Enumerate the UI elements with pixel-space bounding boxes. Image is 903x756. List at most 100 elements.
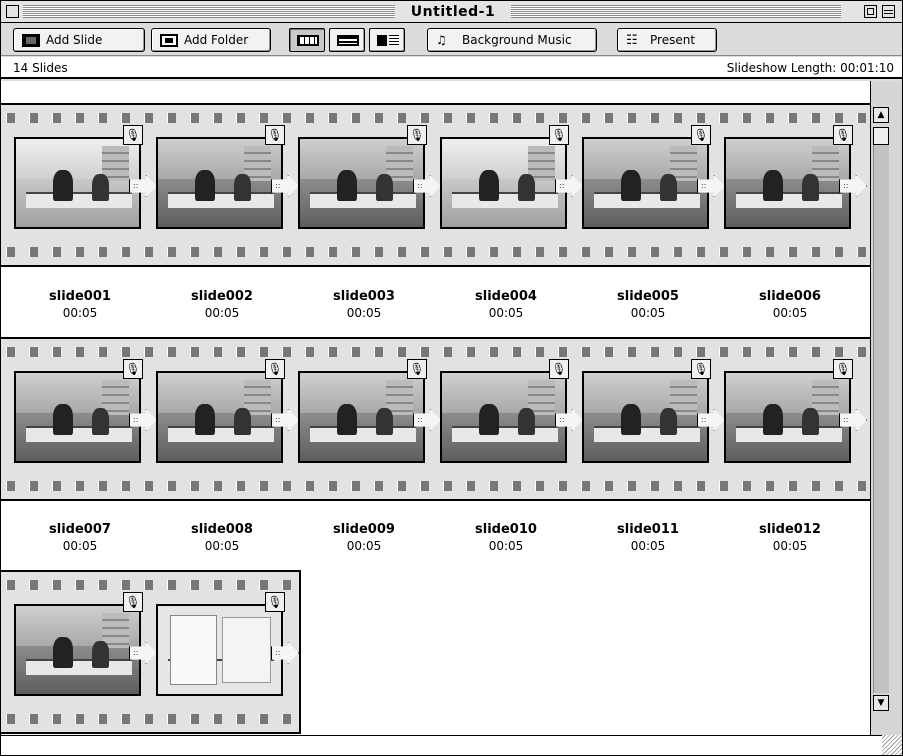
microphone-icon[interactable]: 🎙 — [691, 125, 711, 145]
slide-thumbnail[interactable]: 🎙:: — [151, 572, 299, 732]
slide-thumbnail[interactable]: 🎙:: — [151, 339, 299, 499]
microphone-icon[interactable]: 🎙 — [833, 359, 853, 379]
slide-name: slide002 — [191, 289, 253, 304]
photo-detail — [802, 174, 820, 201]
microphone-icon[interactable]: 🎙 — [123, 592, 143, 612]
slide-duration: 00:05 — [62, 306, 98, 320]
background-music-button[interactable]: ♫ Background Music — [427, 28, 597, 52]
add-folder-button[interactable]: Add Folder — [151, 28, 271, 52]
microphone-icon[interactable]: 🎙 — [265, 359, 285, 379]
slide-sorter-area[interactable]: 🎙:: 🎙:: 🎙:: 🎙:: 🎙:: 🎙:: slide001 00:05 slide002 0… — [1, 81, 870, 735]
slide-name: slide006 — [759, 289, 821, 304]
photo-detail — [25, 425, 132, 442]
slide-label[interactable]: slide001 00:05 — [9, 289, 151, 321]
microphone-icon[interactable]: 🎙 — [833, 125, 853, 145]
photo-detail — [478, 403, 499, 435]
slide-duration: 00:05 — [346, 306, 382, 320]
scroll-up-arrow-icon[interactable]: ▲ — [873, 107, 889, 123]
slide-icon — [22, 33, 40, 47]
collapse-box[interactable] — [882, 5, 895, 18]
photo-detail — [451, 191, 558, 208]
resize-grip-icon[interactable] — [882, 735, 902, 755]
microphone-icon[interactable]: 🎙 — [265, 125, 285, 145]
slide-name: slide003 — [333, 289, 395, 304]
microphone-icon[interactable]: 🎙 — [407, 359, 427, 379]
slide-thumbnail[interactable]: 🎙:: — [293, 105, 441, 265]
microphone-icon[interactable]: 🎙 — [691, 359, 711, 379]
slide-photo — [724, 137, 851, 229]
slide-name: slide011 — [617, 522, 679, 537]
photo-detail — [593, 425, 700, 442]
slide-duration: 00:05 — [488, 306, 524, 320]
slide-thumbnail[interactable]: 🎙:: — [719, 105, 867, 265]
photo-detail — [170, 614, 218, 686]
slide-duration: 00:05 — [630, 539, 666, 553]
slide-label[interactable]: slide008 00:05 — [151, 522, 293, 554]
slide-photo — [582, 137, 709, 229]
scroll-thumb[interactable] — [873, 127, 889, 145]
slide-thumbnail[interactable]: 🎙:: — [435, 339, 583, 499]
slide-label[interactable]: slide007 00:05 — [9, 522, 151, 554]
slide-label[interactable]: slide006 00:05 — [719, 289, 861, 321]
slide-photo — [156, 371, 283, 463]
photo-detail — [518, 408, 536, 435]
microphone-icon[interactable]: 🎙 — [123, 125, 143, 145]
filmstrip-icon — [297, 35, 319, 46]
slide-name: slide012 — [759, 522, 821, 537]
photo-detail — [660, 174, 678, 201]
photo-detail — [309, 191, 416, 208]
photo-detail — [620, 403, 641, 435]
slide-label[interactable]: slide005 00:05 — [577, 289, 719, 321]
slide-photo — [440, 137, 567, 229]
photo-detail — [593, 191, 700, 208]
microphone-icon[interactable]: 🎙 — [407, 125, 427, 145]
present-label: Present — [650, 33, 696, 47]
scroll-track[interactable] — [873, 145, 889, 693]
photo-detail — [234, 174, 252, 201]
slide-thumbnail[interactable]: 🎙:: — [151, 105, 299, 265]
slide-thumbnail[interactable]: 🎙:: — [577, 105, 725, 265]
slide-label[interactable]: slide010 00:05 — [435, 522, 577, 554]
slide-name: slide010 — [475, 522, 537, 537]
filmstrip-view-button[interactable] — [289, 28, 325, 52]
strip-view-button[interactable] — [329, 28, 365, 52]
filmstrip-row: 🎙:: 🎙:: 🎙:: 🎙:: 🎙:: 🎙:: — [1, 103, 870, 267]
folder-icon — [160, 33, 178, 47]
add-slide-button[interactable]: Add Slide — [13, 28, 145, 52]
slide-thumbnail[interactable]: 🎙:: — [9, 572, 157, 732]
microphone-icon[interactable]: 🎙 — [123, 359, 143, 379]
slide-label[interactable]: slide009 00:05 — [293, 522, 435, 554]
slide-count: 14 Slides — [13, 61, 68, 75]
slide-thumbnail[interactable]: 🎙:: — [9, 105, 157, 265]
slide-label[interactable]: slide002 00:05 — [151, 289, 293, 321]
slide-photo — [298, 137, 425, 229]
present-button[interactable]: ☷ Present — [617, 28, 717, 52]
slide-thumbnail[interactable]: 🎙:: — [719, 339, 867, 499]
slide-duration: 00:05 — [772, 539, 808, 553]
music-icon: ♫ — [436, 32, 447, 47]
microphone-icon[interactable]: 🎙 — [265, 592, 285, 612]
slide-thumbnail[interactable]: 🎙:: — [293, 339, 441, 499]
slide-thumbnail[interactable]: 🎙:: — [435, 105, 583, 265]
slide-label[interactable]: slide004 00:05 — [435, 289, 577, 321]
zoom-box[interactable] — [864, 5, 877, 18]
slide-thumbnail[interactable]: 🎙:: — [9, 339, 157, 499]
close-box[interactable] — [6, 5, 19, 18]
list-view-button[interactable] — [369, 28, 405, 52]
photo-detail — [194, 403, 215, 435]
slide-label[interactable]: slide012 00:05 — [719, 522, 861, 554]
slide-thumbnail[interactable]: 🎙:: — [577, 339, 725, 499]
microphone-icon[interactable]: 🎙 — [549, 125, 569, 145]
title-bar[interactable]: Untitled-1 — [1, 1, 902, 23]
slide-name: slide005 — [617, 289, 679, 304]
photo-detail — [92, 408, 110, 435]
slide-photo — [156, 604, 283, 696]
photo-detail — [336, 403, 357, 435]
toolbar: Add Slide Add Folder ♫ Background Music … — [1, 23, 902, 56]
vertical-scrollbar[interactable]: ▲ ▼ — [870, 81, 902, 735]
slide-label[interactable]: slide011 00:05 — [577, 522, 719, 554]
slide-label[interactable]: slide003 00:05 — [293, 289, 435, 321]
scroll-down-arrow-icon[interactable]: ▼ — [873, 695, 889, 711]
microphone-icon[interactable]: 🎙 — [549, 359, 569, 379]
slide-duration: 00:05 — [346, 539, 382, 553]
